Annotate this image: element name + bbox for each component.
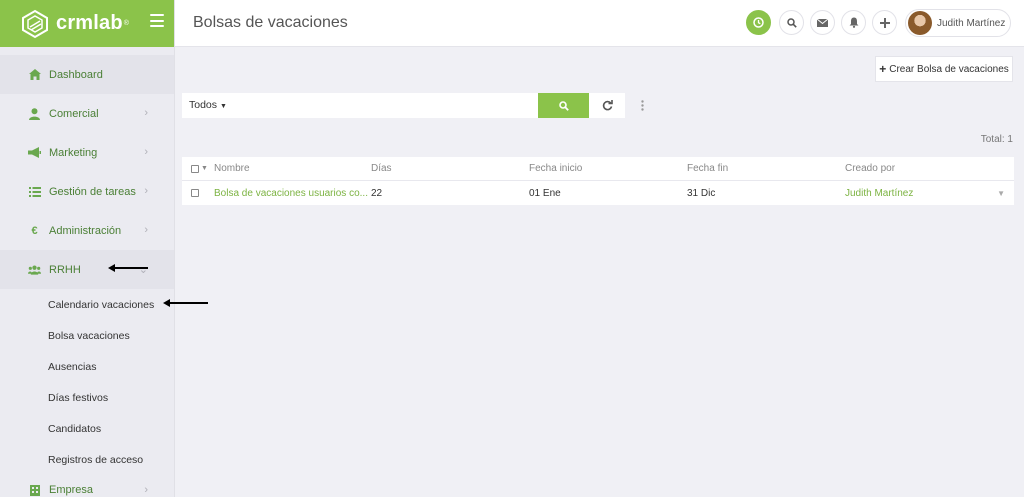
more-options-button[interactable]: [625, 93, 660, 118]
column-header-fecha-fin[interactable]: Fecha fin: [687, 163, 845, 174]
megaphone-icon: [28, 147, 41, 159]
sidebar-subitem-candidatos[interactable]: Candidatos: [0, 413, 174, 444]
sidebar: crmlab ® Dashboard Comercial › Marketing …: [0, 0, 175, 497]
sidebar-subitem-dias-festivos[interactable]: Días festivos: [0, 382, 174, 413]
crmlab-logo-icon[interactable]: [20, 9, 50, 39]
row-fecha-inicio: 01 Ene: [529, 187, 561, 199]
row-dias: 22: [371, 187, 383, 199]
search-icon: [786, 17, 797, 28]
chevron-right-icon: ›: [144, 107, 148, 119]
chevron-down-icon: ⌄: [138, 264, 148, 276]
sidebar-subitem-ausencias[interactable]: Ausencias: [0, 351, 174, 382]
select-all: ▼: [182, 164, 214, 173]
euro-icon: €: [31, 224, 38, 237]
users-icon: [28, 264, 41, 276]
table-row: Bolsa de vacaciones usuarios co... 22 01…: [182, 181, 1014, 205]
row-fecha-fin: 31 Dic: [687, 187, 716, 199]
sidebar-item-label: Empresa: [49, 484, 94, 496]
sidebar-item-marketing[interactable]: Marketing ›: [0, 133, 174, 172]
clock-button[interactable]: [746, 10, 771, 35]
table-header: ▼ Nombre Días Fecha inicio Fecha fin Cre…: [182, 157, 1014, 181]
brand-name: crmlab: [56, 12, 123, 34]
refresh-icon: [602, 100, 613, 111]
sidebar-item-label: RRHH: [49, 263, 81, 276]
filter-bar: Todos ▼: [182, 93, 660, 118]
search-submit-button[interactable]: [538, 93, 589, 118]
sidebar-subitem-calendario-vacaciones[interactable]: Calendario vacaciones: [0, 289, 174, 320]
clock-icon: [753, 17, 764, 28]
list-icon: [28, 186, 41, 198]
sidebar-subitem-registros-acceso[interactable]: Registros de acceso: [0, 444, 174, 475]
add-button[interactable]: [872, 10, 897, 35]
mail-button[interactable]: [810, 10, 835, 35]
column-header-fecha-inicio[interactable]: Fecha inicio: [529, 163, 687, 174]
sidebar-item-label: Dashboard: [49, 68, 103, 81]
row-select: [182, 189, 214, 197]
select-all-checkbox[interactable]: [191, 164, 199, 173]
row-actions-caret-icon[interactable]: ▼: [997, 189, 1014, 198]
brand-bar: crmlab ®: [0, 0, 174, 47]
search-button[interactable]: [779, 10, 804, 35]
row-checkbox[interactable]: [191, 189, 199, 197]
sidebar-subitem-bolsa-vacaciones[interactable]: Bolsa vacaciones: [0, 320, 174, 351]
refresh-button[interactable]: [589, 93, 625, 118]
sidebar-nav: Dashboard Comercial › Marketing › Gestió…: [0, 55, 174, 497]
avatar: [908, 11, 932, 35]
sidebar-item-administracion[interactable]: € Administración ›: [0, 211, 174, 250]
annotation-arrow-calendario: [163, 299, 208, 307]
vertical-dots-icon: [641, 100, 644, 111]
chevron-right-icon: ›: [144, 484, 148, 496]
chevron-right-icon: ›: [144, 146, 148, 158]
sidebar-item-label: Administración: [49, 224, 122, 237]
column-header-nombre[interactable]: Nombre: [214, 163, 371, 174]
sidebar-item-label: Comercial: [49, 107, 99, 120]
caret-down-icon[interactable]: ▼: [201, 165, 208, 172]
filter-dropdown-label: Todos: [189, 99, 218, 111]
create-bolsa-label: Crear Bolsa de vacaciones: [889, 63, 1009, 75]
search-icon: [558, 100, 569, 111]
column-header-creado-por[interactable]: Creado por: [845, 163, 995, 174]
sidebar-item-rrhh[interactable]: RRHH ⌄: [0, 250, 174, 289]
row-nombre-link[interactable]: Bolsa de vacaciones usuarios co...: [214, 188, 371, 199]
sidebar-item-dashboard[interactable]: Dashboard: [0, 55, 174, 94]
annotation-arrow-rrhh: [108, 264, 148, 272]
total-count: Total: 1: [980, 134, 1013, 145]
page-title: Bolsas de vacaciones: [193, 14, 348, 31]
top-bar: Bolsas de vacaciones Judith Martínez: [175, 0, 1024, 47]
home-icon: [28, 69, 41, 81]
create-bolsa-button[interactable]: + Crear Bolsa de vacaciones: [875, 56, 1013, 82]
notifications-button[interactable]: [841, 10, 866, 35]
row-creado-por-link[interactable]: Judith Martínez: [845, 188, 995, 199]
filter-dropdown[interactable]: Todos ▼: [182, 93, 230, 118]
sidebar-item-label: Marketing: [49, 146, 98, 159]
user-icon: [28, 107, 41, 120]
bolsas-table: ▼ Nombre Días Fecha inicio Fecha fin Cre…: [182, 157, 1014, 205]
sidebar-item-gestion-tareas[interactable]: Gestión de tareas ›: [0, 172, 174, 211]
user-name: Judith Martínez: [937, 17, 1006, 29]
building-icon: [28, 484, 41, 496]
chevron-right-icon: ›: [144, 224, 148, 236]
bell-icon: [849, 17, 858, 28]
plus-icon: [879, 17, 890, 28]
sidebar-item-comercial[interactable]: Comercial ›: [0, 94, 174, 133]
plus-icon: +: [879, 62, 887, 76]
column-header-dias[interactable]: Días: [371, 163, 529, 174]
menu-toggle-icon[interactable]: [150, 14, 164, 27]
sidebar-item-empresa[interactable]: Empresa ›: [0, 475, 174, 497]
search-input[interactable]: [230, 93, 538, 118]
sidebar-item-label: Gestión de tareas: [49, 185, 136, 198]
caret-down-icon: ▼: [219, 103, 227, 110]
user-menu[interactable]: Judith Martínez: [905, 9, 1011, 37]
chevron-right-icon: ›: [144, 185, 148, 197]
brand-reg: ®: [123, 20, 129, 27]
mail-icon: [817, 18, 828, 27]
